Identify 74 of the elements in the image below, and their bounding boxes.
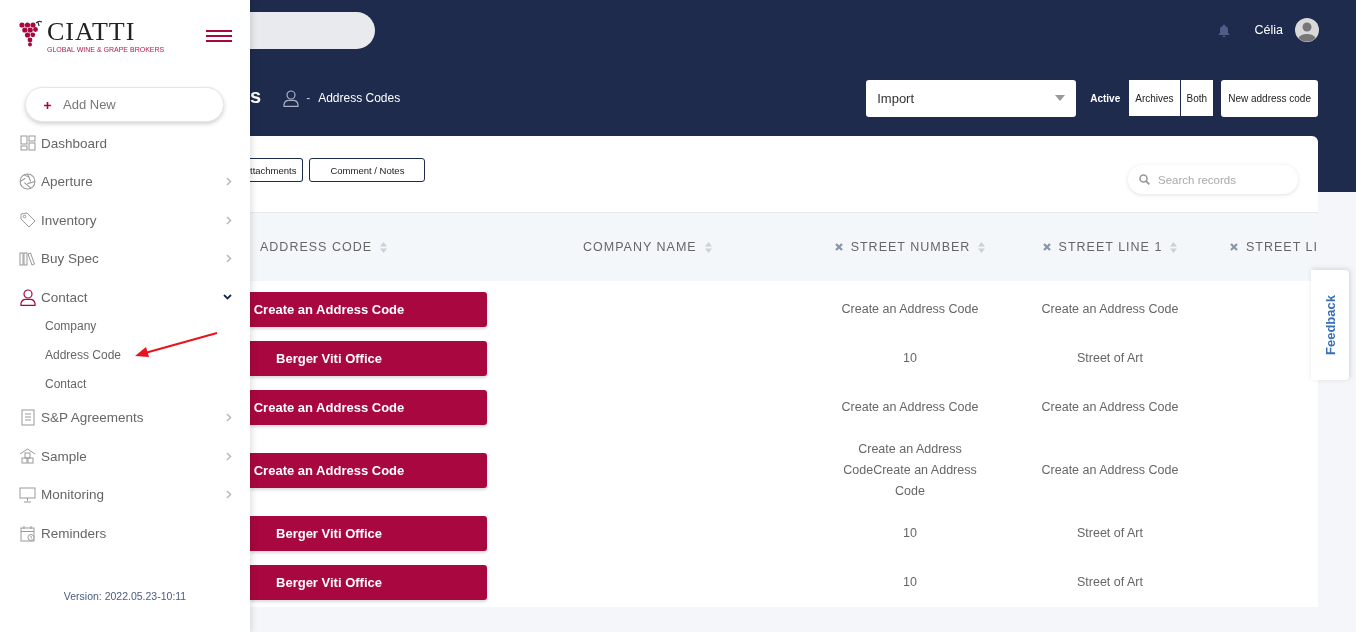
grapes-icon xyxy=(18,20,44,47)
page-title: s xyxy=(250,84,262,108)
plus-icon xyxy=(44,102,51,109)
breadcrumb-separator: - xyxy=(306,91,311,105)
monitor-icon xyxy=(19,486,36,503)
table-cell-text: Create an Address Code xyxy=(1041,301,1179,318)
table-cell-text: Create an Address CodeCreate an Address Code xyxy=(842,441,978,500)
sidebar-item[interactable]: Inventory xyxy=(0,201,250,240)
address-code-button[interactable]: Create an Address Code xyxy=(250,453,487,488)
person-icon xyxy=(19,288,36,306)
menu-icon[interactable] xyxy=(206,30,232,42)
books-icon xyxy=(19,251,36,266)
sort-icon[interactable] xyxy=(1170,241,1178,253)
person-icon xyxy=(283,89,300,107)
address-code-button[interactable]: Berger Viti Office xyxy=(250,565,487,600)
submenu-item[interactable]: Contact xyxy=(45,369,87,399)
sort-icon[interactable] xyxy=(380,241,388,253)
table-cell-text: Street of Art xyxy=(1077,350,1143,367)
address-code-button[interactable]: Berger Viti Office xyxy=(250,516,487,551)
version-text: Version: 2022.05.23-10:11 xyxy=(62,590,188,602)
search-records-field[interactable]: Search records xyxy=(1128,165,1298,194)
search-icon xyxy=(1139,174,1150,185)
calendar-icon xyxy=(19,524,36,542)
sort-icon[interactable] xyxy=(978,241,986,253)
breadcrumb[interactable]: Address Codes xyxy=(318,91,401,105)
column-header[interactable]: STREET NUMBER xyxy=(850,240,971,254)
logo-name: CIATTI xyxy=(47,20,137,44)
sort-icon[interactable] xyxy=(704,241,712,253)
table-cell-text: Street of Art xyxy=(1077,574,1143,591)
bell-icon[interactable] xyxy=(1217,23,1230,37)
filter-tab[interactable]: Active xyxy=(1090,80,1129,116)
sidebar-item[interactable]: Aperture xyxy=(0,162,250,201)
table-cell-text: Street of Art xyxy=(1077,525,1143,542)
table-cell-text: 10 xyxy=(903,525,917,542)
table-cell-text: Create an Address Code xyxy=(841,301,979,318)
column-header[interactable]: STREET LI xyxy=(1246,240,1318,254)
close-icon[interactable] xyxy=(1230,243,1238,251)
add-new-button[interactable]: Add New xyxy=(25,87,224,122)
tag-icon xyxy=(19,212,36,229)
import-select[interactable]: Import xyxy=(866,79,1077,117)
column-header[interactable]: COMPANY NAME xyxy=(583,240,697,254)
table-cell-text: 10 xyxy=(903,350,917,367)
filter-tab[interactable]: Archives xyxy=(1128,80,1180,116)
aperture-icon xyxy=(19,173,36,191)
address-code-button[interactable]: Berger Viti Office xyxy=(250,341,487,376)
table-cell-text: Create an Address Code xyxy=(1041,399,1179,416)
address-code-button[interactable]: Create an Address Code xyxy=(250,390,487,425)
dashboard-icon xyxy=(19,135,36,152)
toolbar-button[interactable]: Comment / Notes xyxy=(309,158,426,182)
column-header[interactable]: ADDRESS CODE xyxy=(260,240,373,254)
filter-tab[interactable]: Both xyxy=(1179,80,1214,116)
caret-icon xyxy=(1055,95,1066,101)
user-name[interactable]: Célia xyxy=(1254,23,1283,37)
toolbar-button[interactable]: ttachments xyxy=(250,158,304,182)
avatar[interactable] xyxy=(1295,18,1319,42)
close-icon[interactable] xyxy=(834,243,843,251)
table-cell-text: Create an Address Code xyxy=(1041,462,1179,479)
feedback-tab[interactable]: Feedback xyxy=(1311,270,1349,380)
column-header[interactable]: STREET LINE 1 xyxy=(1058,240,1163,254)
boxes-icon xyxy=(19,448,36,465)
sidebar-item[interactable]: Sample xyxy=(0,437,250,476)
search-field[interactable] xyxy=(250,11,375,49)
sidebar-item[interactable]: S&P Agreements xyxy=(0,398,250,437)
sidebar-item[interactable]: Buy Spec xyxy=(0,239,250,278)
new-address-code-button[interactable]: New address code xyxy=(1221,79,1318,117)
table-cell-text: Create an Address Code xyxy=(841,399,979,416)
close-icon[interactable] xyxy=(1042,243,1051,251)
sidebar-item[interactable]: Dashboard xyxy=(0,124,250,163)
address-code-button[interactable]: Create an Address Code xyxy=(250,292,487,327)
sidebar-item[interactable]: Reminders xyxy=(0,514,250,553)
document-icon xyxy=(20,409,35,427)
sidebar-item[interactable]: Monitoring xyxy=(0,475,250,514)
submenu-item[interactable]: Address Code xyxy=(45,340,122,370)
table-cell-text: 10 xyxy=(903,574,917,591)
